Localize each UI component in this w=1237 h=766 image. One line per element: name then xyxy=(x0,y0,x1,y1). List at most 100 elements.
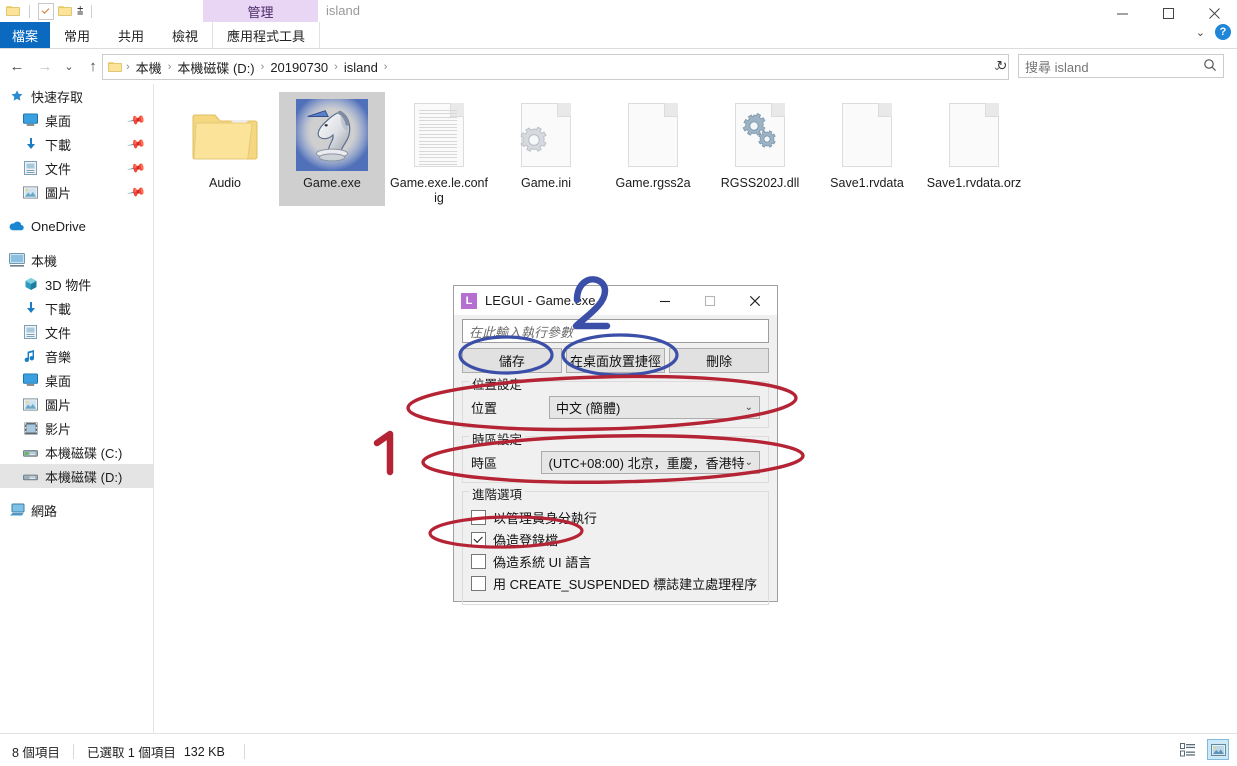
sidebar-item-label: 下載 xyxy=(45,137,72,153)
create-desktop-shortcut-button[interactable]: 在桌面放置捷徑 xyxy=(565,348,666,373)
advanced-group-title: 進階選項 xyxy=(469,484,526,503)
file-item-game-ini[interactable]: Game.ini xyxy=(493,92,599,206)
breadcrumb-item-3[interactable]: island xyxy=(341,60,381,75)
breadcrumb-item-0[interactable]: 本機 xyxy=(133,58,165,77)
details-view-button[interactable] xyxy=(1177,739,1199,760)
file-item-save1-rvdata-orz[interactable]: Save1.rvdata.orz xyxy=(921,92,1027,206)
sidebar-item-local-disk-c[interactable]: 本機磁碟 (C:) xyxy=(0,440,153,464)
file-item-game-exe-le-config[interactable]: Game.exe.le.config xyxy=(386,92,492,206)
locale-combobox[interactable]: 中文 (簡體) ⌄ xyxy=(549,396,760,419)
breadcrumb-bar[interactable]: › 本機 › 本機磁碟 (D:) › 20190730 › island › ⌄ xyxy=(102,54,1009,80)
sidebar-item-quick-access[interactable]: 快速存取 xyxy=(0,84,153,108)
legui-dialog[interactable]: L LEGUI - Game.exe 在此輸入執行參數 儲存 在桌面放置捷徑 刪… xyxy=(453,285,778,605)
contextual-tab-group-header: 管理 xyxy=(203,0,318,22)
status-bar: 8 個項目 已選取 1 個項目 132 KB xyxy=(0,733,1237,766)
breadcrumb-separator-4[interactable]: › xyxy=(381,61,391,73)
sidebar-item-music[interactable]: 音樂 xyxy=(0,344,153,368)
sidebar-item-3d-objects[interactable]: 3D 物件 xyxy=(0,272,153,296)
forward-button[interactable]: → xyxy=(32,54,58,78)
sidebar-gap-3 xyxy=(0,488,153,498)
tab-home[interactable]: 常用 xyxy=(50,22,104,48)
search-box[interactable]: 搜尋 island xyxy=(1018,54,1224,78)
sidebar-item-downloads[interactable]: 下載 📌 xyxy=(0,132,153,156)
sidebar-item-network[interactable]: 網路 xyxy=(0,498,153,522)
sidebar-item-documents[interactable]: 文件 📌 xyxy=(0,156,153,180)
breadcrumb-folder-icon xyxy=(108,61,123,73)
run-as-admin-checkbox[interactable]: 以管理員身分執行 xyxy=(471,506,760,528)
dialog-minimize-button[interactable] xyxy=(642,286,687,315)
create-suspended-checkbox[interactable]: 用 CREATE_SUSPENDED 標誌建立處理程序 xyxy=(471,572,760,594)
folder-icon[interactable] xyxy=(6,5,21,17)
file-name: Game.rgss2a xyxy=(615,176,691,190)
ribbon-tabbar: 檔案 常用 共用 檢視 應用程式工具 ⌄ ? xyxy=(0,22,1237,49)
toolbar-divider-2 xyxy=(91,4,93,18)
file-item-save1-rvdata[interactable]: Save1.rvdata xyxy=(814,92,920,206)
pin-icon[interactable]: 📌 xyxy=(126,134,146,154)
sidebar-item-downloads-pc[interactable]: 下載 xyxy=(0,296,153,320)
delete-button[interactable]: 刪除 xyxy=(669,348,770,373)
file-item-rgss202j-dll[interactable]: RGSS202J.dll xyxy=(707,92,813,206)
properties-icon[interactable] xyxy=(38,2,54,20)
tab-application-tools[interactable]: 應用程式工具 xyxy=(212,22,321,48)
chevron-down-icon: ⌄ xyxy=(744,402,753,413)
breadcrumb-separator-3[interactable]: › xyxy=(331,61,341,73)
file-name: Audio xyxy=(209,176,241,190)
file-item-game-exe[interactable]: Game.exe xyxy=(279,92,385,206)
refresh-icon[interactable]: ↻ xyxy=(991,54,1013,78)
locale-field-label: 位置 xyxy=(471,401,498,416)
timezone-value: (UTC+08:00) 北京，重慶，香港特 xyxy=(548,456,745,471)
navigation-buttons: ← → ⌄ ↑ xyxy=(4,54,106,78)
tab-share[interactable]: 共用 xyxy=(104,22,158,48)
large-icons-view-button[interactable] xyxy=(1207,739,1229,760)
fake-registry-checkbox[interactable]: 偽造登錄檔 xyxy=(471,528,760,550)
tab-file[interactable]: 檔案 xyxy=(0,22,50,48)
recent-locations-icon[interactable]: ⌄ xyxy=(60,54,78,78)
sidebar-item-pictures[interactable]: 圖片 📌 xyxy=(0,180,153,204)
fake-ui-language-checkbox[interactable]: 偽造系統 UI 語言 xyxy=(471,550,760,572)
blank-document-icon xyxy=(617,96,689,174)
sidebar-item-label: 快速存取 xyxy=(31,89,84,105)
sidebar-item-pictures-pc[interactable]: 圖片 xyxy=(0,392,153,416)
file-name: Save1.rvdata.orz xyxy=(926,176,1022,190)
sidebar-item-videos[interactable]: 影片 xyxy=(0,416,153,440)
dialog-maximize-button[interactable] xyxy=(687,286,732,315)
back-button[interactable]: ← xyxy=(4,54,30,78)
download-icon xyxy=(22,136,39,152)
sidebar-item-desktop[interactable]: 桌面 📌 xyxy=(0,108,153,132)
search-input[interactable]: 搜尋 island xyxy=(1025,57,1203,76)
help-icon[interactable]: ? xyxy=(1215,24,1231,40)
breadcrumb-separator-1[interactable]: › xyxy=(165,61,175,73)
pin-icon[interactable]: 📌 xyxy=(126,110,146,130)
star-icon xyxy=(8,88,25,104)
sidebar-item-onedrive[interactable]: OneDrive xyxy=(0,214,153,238)
sidebar-item-desktop-pc[interactable]: 桌面 xyxy=(0,368,153,392)
knight-chess-icon xyxy=(296,96,368,174)
breadcrumb-separator-2[interactable]: › xyxy=(258,61,268,73)
timezone-combobox[interactable]: (UTC+08:00) 北京，重慶，香港特 ⌄ xyxy=(541,451,760,474)
breadcrumb-item-2[interactable]: 20190730 xyxy=(267,60,331,75)
save-button[interactable]: 儲存 xyxy=(462,348,562,373)
sidebar-item-local-disk-d[interactable]: 本機磁碟 (D:) xyxy=(0,464,153,488)
pin-icon[interactable]: 📌 xyxy=(126,158,146,178)
file-item-game-rgss2a[interactable]: Game.rgss2a xyxy=(600,92,706,206)
new-folder-icon[interactable] xyxy=(58,5,73,17)
dialog-close-button[interactable] xyxy=(732,286,777,315)
breadcrumb-separator-0[interactable]: › xyxy=(123,61,133,73)
blank-document-icon xyxy=(831,96,903,174)
more-caret-icon[interactable]: ⩲ xyxy=(77,5,83,17)
thispc-icon xyxy=(8,252,25,268)
documents-icon xyxy=(22,324,39,340)
breadcrumb-item-1[interactable]: 本機磁碟 (D:) xyxy=(174,58,257,77)
timezone-settings-group: 時區設定 時區 (UTC+08:00) 北京，重慶，香港特 ⌄ xyxy=(462,429,769,483)
chevron-down-icon[interactable]: ⌄ xyxy=(1196,26,1205,39)
status-text-group: 8 個項目 已選取 1 個項目 132 KB xyxy=(12,742,258,761)
file-item-audio[interactable]: Audio xyxy=(172,92,278,206)
sidebar-item-label: 本機磁碟 (D:) xyxy=(45,469,123,485)
pin-icon[interactable]: 📌 xyxy=(126,182,146,202)
sidebar-item-this-pc[interactable]: 本機 xyxy=(0,248,153,272)
contextual-tab-group-label: 管理 xyxy=(247,4,274,20)
sidebar-item-documents-pc[interactable]: 文件 xyxy=(0,320,153,344)
tab-view[interactable]: 檢視 xyxy=(158,22,212,48)
checkbox-box-checked xyxy=(471,531,486,547)
execution-parameters-input[interactable]: 在此輸入執行參數 xyxy=(462,319,769,343)
